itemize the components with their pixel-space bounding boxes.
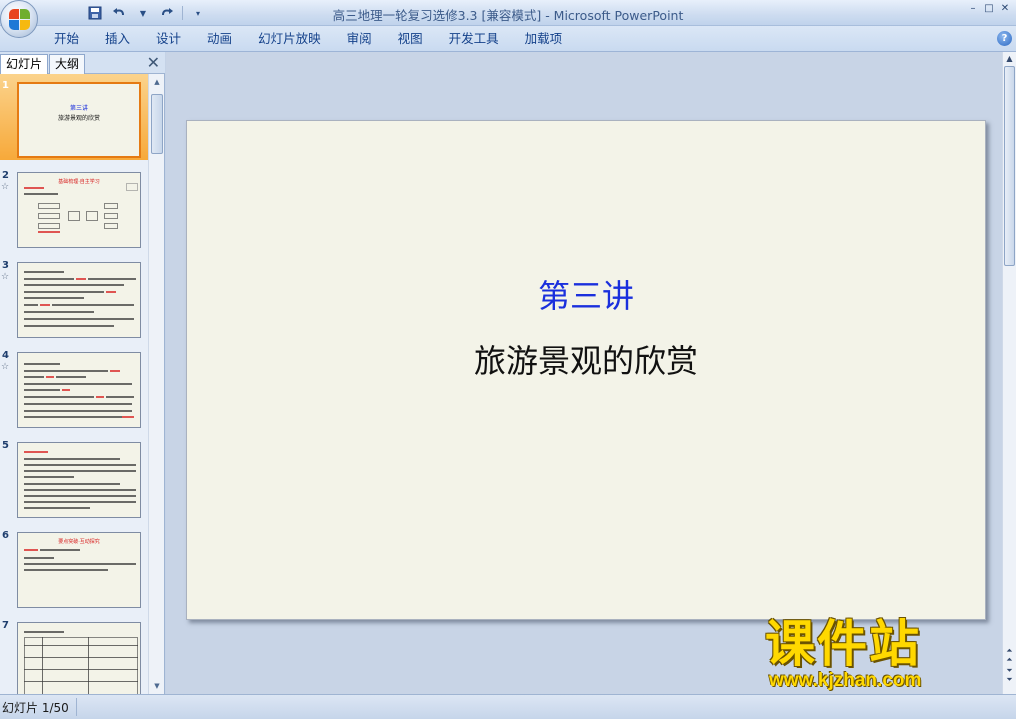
thumbnail-preview [17,442,141,518]
thumbnail-preview [17,352,141,428]
animation-star-icon: ☆ [1,362,10,372]
slide-indicator: 幻灯片 1/50 [2,701,69,715]
tab-home[interactable]: 开始 [44,30,95,48]
thumbnail-slide-4[interactable]: 4 ☆ [0,344,148,430]
slides-panel: 幻灯片 大纲 ✕ 1 第三讲 旅游景观的欣赏 2 ☆ 基础梳理·自主学习 3 ☆… [0,52,165,694]
scrollbar-thumb[interactable] [151,94,163,154]
help-icon[interactable]: ? [997,31,1012,46]
panel-tabs: 幻灯片 大纲 ✕ [0,52,165,74]
watermark-url: www.kjzhan.com [769,670,922,691]
ribbon-tabs: 开始 插入 设计 动画 幻灯片放映 审阅 视图 开发工具 加载项 [44,30,578,48]
tab-outline[interactable]: 大纲 [49,54,86,74]
status-separator [76,698,77,716]
scroll-up-icon[interactable]: ▲ [151,76,163,88]
tab-developer[interactable]: 开发工具 [439,30,515,48]
scroll-down-icon[interactable]: ▼ [151,680,163,692]
thumbnail-number: 1 [2,80,9,91]
current-slide[interactable]: 第三讲 旅游景观的欣赏 [186,120,986,620]
thumbnail-number: 3 [2,260,9,271]
close-icon[interactable]: ✕ [147,54,160,71]
title-bar: ▼ ▾ 高三地理一轮复习选修3.3 [兼容模式] - Microsoft Pow… [0,0,1016,26]
thumbnail-slide-7[interactable]: 7 [0,614,148,694]
thumbnail-preview: 第三讲 旅游景观的欣赏 [17,82,141,158]
tab-addins[interactable]: 加载项 [515,30,579,48]
watermark-text: 课件站 [765,615,921,673]
thumbnail-slide-3[interactable]: 3 ☆ [0,254,148,340]
tab-slides[interactable]: 幻灯片 [0,54,49,74]
window-controls: – □ ✕ [966,2,1012,16]
thumbnail-number: 5 [2,440,9,451]
scroll-up-icon[interactable]: ▲ [1004,54,1015,63]
thumbnail-preview [17,622,141,694]
animation-star-icon: ☆ [1,272,10,282]
thumbnail-title: 第三讲 [69,105,88,112]
thumbnail-number: 2 [2,170,9,181]
thumbnail-slide-1[interactable]: 1 第三讲 旅游景观的欣赏 [0,74,148,160]
next-slide-icon[interactable]: ⏷ ⏷ [1004,666,1015,684]
tab-slideshow[interactable]: 幻灯片放映 [248,30,337,48]
thumbnail-number: 6 [2,530,9,541]
previous-slide-icon[interactable]: ⏶ ⏶ [1004,646,1015,664]
office-button[interactable] [0,0,38,38]
tab-design[interactable]: 设计 [146,30,197,48]
office-logo-icon [9,9,31,31]
tab-view[interactable]: 视图 [388,30,439,48]
thumbnail-slide-2[interactable]: 2 ☆ 基础梳理·自主学习 [0,164,148,250]
ribbon-tab-bar: 开始 插入 设计 动画 幻灯片放映 审阅 视图 开发工具 加载项 ? [0,26,1016,52]
window-title: 高三地理一轮复习选修3.3 [兼容模式] - Microsoft PowerPo… [332,8,684,23]
tab-insert[interactable]: 插入 [95,30,146,48]
watermark-logo: 课件站 www.kjzhan.com [765,618,1000,692]
slide-thumbnails: 1 第三讲 旅游景观的欣赏 2 ☆ 基础梳理·自主学习 3 ☆ 4 ☆ 5 6 … [0,74,148,694]
restore-button[interactable]: □ [982,2,996,16]
scrollbar-thumb[interactable] [1004,66,1015,266]
tab-animation[interactable]: 动画 [197,30,248,48]
thumbnail-slide-6[interactable]: 6 要点突破·互动探究 [0,524,148,610]
slide-subtitle[interactable]: 旅游景观的欣赏 [187,336,985,382]
slide-editing-area: 第三讲 旅游景观的欣赏 [166,52,1002,694]
thumbnail-number: 4 [2,350,9,361]
thumbnail-title: 要点突破·互动探究 [58,539,100,545]
tab-review[interactable]: 审阅 [337,30,388,48]
thumbnails-scrollbar[interactable]: ▲ ▼ [148,74,164,694]
thumbnail-title: 基础梳理·自主学习 [58,179,100,185]
status-bar: 幻灯片 1/50 [0,694,1016,719]
thumbnail-number: 7 [2,620,9,631]
thumbnail-slide-5[interactable]: 5 [0,434,148,520]
animation-star-icon: ☆ [1,182,10,192]
close-button[interactable]: ✕ [998,2,1012,16]
thumbnail-preview: 基础梳理·自主学习 [17,172,141,248]
slide-scrollbar[interactable]: ▲ ⏶ ⏶ ⏷ ⏷ [1002,52,1016,694]
minimize-button[interactable]: – [966,2,980,16]
thumbnail-preview: 要点突破·互动探究 [17,532,141,608]
thumbnail-subtitle: 旅游景观的欣赏 [57,115,100,122]
thumbnail-preview [17,262,141,338]
slide-title[interactable]: 第三讲 [187,271,985,317]
